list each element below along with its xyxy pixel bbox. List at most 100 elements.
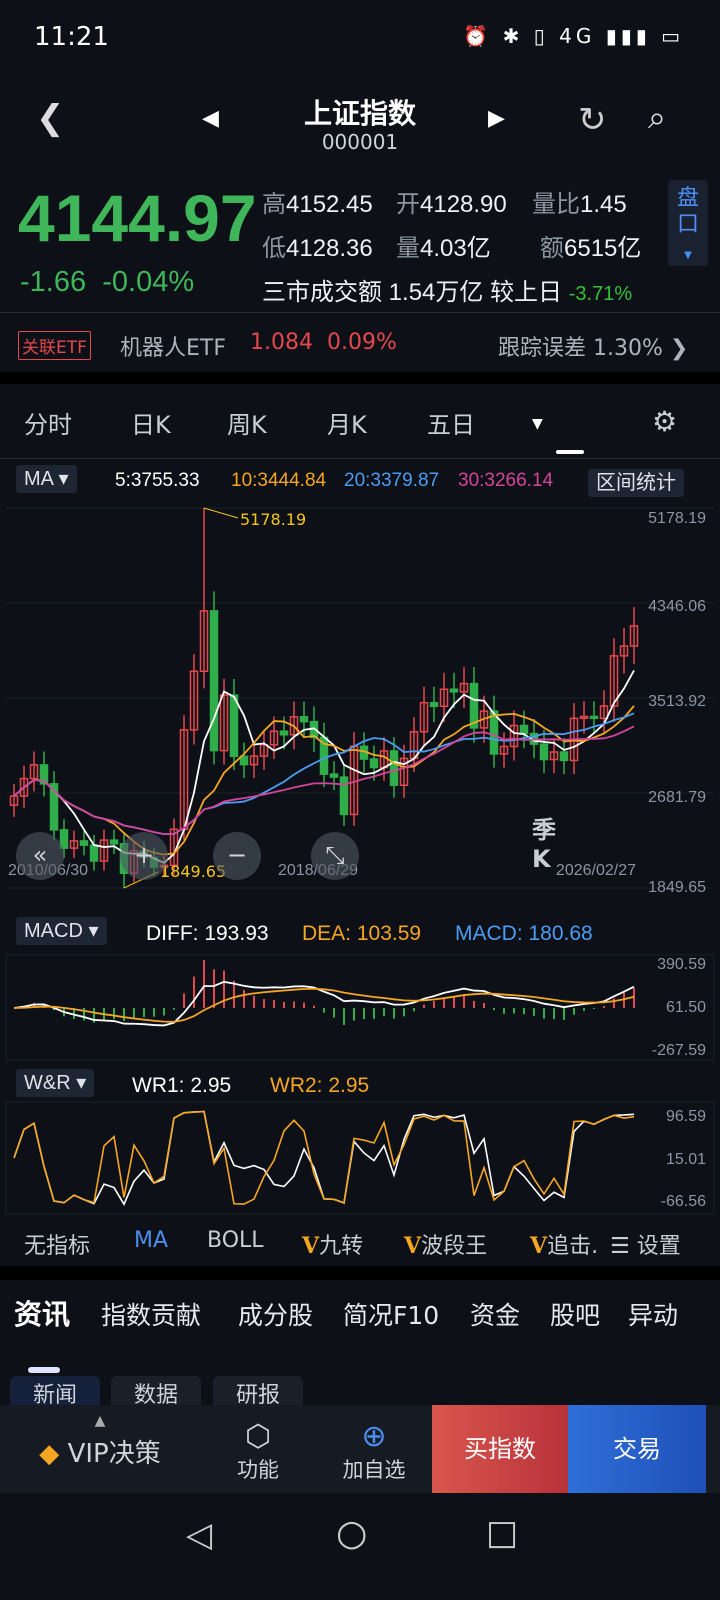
candle-body [89, 844, 99, 862]
change-value: -1.66 [20, 266, 87, 298]
status-icons: ⏰ ✱ ▯ 4G ▮▮▮ ▭ [463, 24, 684, 48]
vip-decision-button[interactable]: ▲ ◆ VIP决策 [0, 1405, 200, 1493]
active-tab-indicator [556, 450, 584, 454]
candle-body [519, 724, 529, 735]
settings-icon: ☰ [610, 1234, 630, 1259]
candle-body [539, 743, 549, 761]
etf-price: 1.084 [250, 330, 313, 355]
kline-chart[interactable] [0, 500, 720, 1220]
tab-month[interactable]: 月K [327, 405, 367, 440]
tab-fenshi[interactable]: 分时 [24, 405, 72, 440]
gap [0, 372, 720, 384]
candle-body [209, 610, 219, 752]
gear-icon[interactable]: ⚙ [652, 405, 677, 438]
macd-selector[interactable]: MACD ▾ [16, 917, 107, 945]
candle-body [279, 730, 289, 736]
tab-funds[interactable]: 资金 [470, 1296, 520, 1332]
indicator-zhuiji[interactable]: V追击. [530, 1228, 598, 1260]
ma20-value: 20:3379.87 [344, 470, 440, 491]
tab-movement[interactable]: 异动 [628, 1296, 678, 1332]
diff-value: DIFF: 193.93 [146, 922, 269, 945]
divider [0, 458, 720, 459]
ma10-value: 10:3444.84 [231, 470, 327, 491]
indicator-boduanwang[interactable]: V波段王 [404, 1228, 487, 1260]
tab-fiveday[interactable]: 五日 [427, 405, 475, 440]
refresh-icon[interactable]: ↻ [578, 100, 607, 140]
candle-body [329, 773, 339, 778]
open-stat: 开4128.90 [396, 191, 507, 218]
tab-quarter[interactable]: 季K ▼ [532, 405, 556, 873]
high-stat: 高4152.45 [262, 191, 373, 218]
ma-selector[interactable]: MA ▾ [16, 465, 77, 493]
macd-panel [5, 954, 715, 1061]
axis-label: 4346.06 [648, 598, 706, 615]
add-watchlist-button[interactable]: ⊕ 加自选 [322, 1405, 426, 1493]
zoom-out-button[interactable]: − [213, 832, 261, 880]
dea-value: DEA: 103.59 [302, 922, 422, 945]
axis-label: 1849.65 [648, 879, 706, 896]
tab-news[interactable]: 资讯 [14, 1293, 70, 1333]
change-pct: -0.04% [102, 266, 195, 298]
high-marker: 5178.19 [240, 510, 307, 529]
current-price: 4144.97 [18, 181, 257, 255]
next-stock-icon[interactable]: ▶ [488, 106, 505, 131]
stock-code: 000001 [321, 130, 399, 154]
axis-label: 2681.79 [648, 789, 706, 806]
vip-v-icon: V [530, 1233, 548, 1259]
tab-f10[interactable]: 简况F10 [343, 1296, 439, 1332]
nav-home-icon[interactable]: ○ [336, 1513, 367, 1554]
vip-v-icon: V [302, 1233, 320, 1259]
wr1-value: WR1: 2.95 [132, 1074, 232, 1097]
low-stat: 低4128.36 [262, 235, 373, 262]
page-title: 上证指数 [303, 97, 416, 130]
fullscreen-button[interactable]: ⤡ [311, 832, 359, 880]
indicator-none[interactable]: 无指标 [24, 1228, 90, 1260]
candle-body [229, 694, 239, 758]
scroll-left-button[interactable]: « [16, 832, 64, 880]
cube-icon: ⬡ [244, 1419, 272, 1454]
nav-recents-icon[interactable]: □ [486, 1513, 518, 1553]
gap [0, 1266, 720, 1280]
axis-label: 5178.19 [648, 510, 706, 527]
candle-body [429, 701, 439, 708]
trade-button[interactable]: 交易 [568, 1405, 706, 1493]
date-label: 2026/02/27 [555, 862, 636, 879]
active-news-indicator [28, 1367, 60, 1373]
dea-line [13, 987, 635, 1023]
amount-stat: 额6515亿 [540, 235, 642, 262]
ma5-value: 5:3755.33 [115, 470, 200, 491]
market-turnover: 三市成交额 1.54万亿 较上日 -3.71% [262, 279, 633, 306]
pankou-button[interactable]: 盘口 ▼ [668, 180, 708, 266]
status-bar: 11:21 ⏰ ✱ ▯ 4G ▮▮▮ ▭ [0, 0, 720, 75]
volume-ratio-stat: 量比1.45 [532, 191, 627, 218]
candle-body [389, 750, 399, 786]
indicator-settings[interactable]: ☰ 设置 [610, 1228, 681, 1260]
wr-selector[interactable]: W&R ▾ [16, 1069, 95, 1097]
zoom-in-button[interactable]: + [120, 832, 168, 880]
axis-label: 390.59 [657, 956, 706, 973]
tab-week[interactable]: 周K [227, 405, 267, 440]
nav-back-icon[interactable]: ◁ [186, 1515, 212, 1555]
tracking-error[interactable]: 跟踪误差 1.30% ❯ [498, 330, 688, 362]
axis-label: 3513.92 [648, 693, 706, 710]
function-button[interactable]: ⬡ 功能 [210, 1405, 306, 1493]
candle-body [299, 716, 309, 723]
vip-v-icon: V [404, 1233, 422, 1259]
wr-panel [5, 1101, 715, 1215]
candle-body [239, 755, 249, 766]
tab-constituents[interactable]: 成分股 [238, 1296, 313, 1332]
candle-body [449, 688, 459, 693]
tab-forum[interactable]: 股吧 [550, 1296, 600, 1332]
volume-stat: 量4.03亿 [396, 235, 491, 262]
indicator-boll[interactable]: BOLL [207, 1228, 264, 1253]
range-stats-button[interactable]: 区间统计 [588, 466, 684, 497]
indicator-ma[interactable]: MA [134, 1228, 168, 1253]
divider [0, 312, 720, 313]
buy-index-button[interactable]: 买指数 [432, 1405, 568, 1493]
indicator-jiuzhuan[interactable]: V九转 [302, 1228, 363, 1260]
search-icon[interactable]: ⌕ [648, 98, 666, 137]
etf-name[interactable]: 机器人ETF [120, 330, 226, 362]
tab-contribution[interactable]: 指数贡献 [101, 1296, 201, 1332]
diff-line [13, 980, 635, 1027]
tab-day[interactable]: 日K [131, 405, 171, 440]
